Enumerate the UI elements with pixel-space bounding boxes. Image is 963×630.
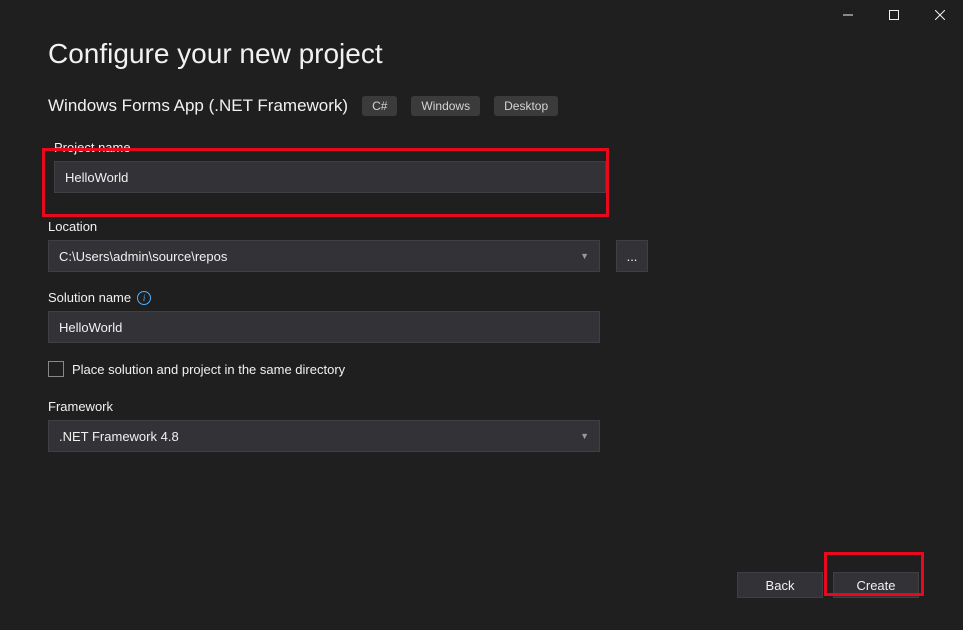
solution-name-label: Solution name i [48,290,915,305]
framework-label: Framework [48,399,915,414]
minimize-icon [843,10,853,20]
close-button[interactable] [917,0,963,30]
chevron-down-icon: ▼ [580,251,589,261]
create-button[interactable]: Create [833,572,919,598]
same-directory-row: Place solution and project in the same d… [48,361,915,377]
titlebar [0,0,963,30]
template-name: Windows Forms App (.NET Framework) [48,96,348,116]
location-select[interactable]: C:\Users\admin\source\repos ▼ [48,240,600,272]
solution-name-group: Solution name i [48,290,915,343]
project-name-label: Project name [54,140,909,155]
page-title: Configure your new project [48,38,915,70]
minimize-button[interactable] [825,0,871,30]
framework-group: Framework .NET Framework 4.8 ▼ [48,399,915,452]
project-name-input[interactable] [54,161,606,193]
tag-csharp: C# [362,96,397,116]
browse-button[interactable]: ... [616,240,648,272]
chevron-down-icon: ▼ [580,431,589,441]
framework-select[interactable]: .NET Framework 4.8 ▼ [48,420,600,452]
solution-name-label-text: Solution name [48,290,131,305]
location-value: C:\Users\admin\source\repos [59,249,227,264]
project-name-group: Project name [48,134,915,201]
tag-desktop: Desktop [494,96,558,116]
same-directory-label: Place solution and project in the same d… [72,362,345,377]
footer: Back Create [737,572,919,598]
close-icon [935,10,945,20]
solution-name-input[interactable] [48,311,600,343]
same-directory-checkbox[interactable] [48,361,64,377]
back-button[interactable]: Back [737,572,823,598]
location-label: Location [48,219,915,234]
info-icon[interactable]: i [137,291,151,305]
maximize-button[interactable] [871,0,917,30]
maximize-icon [889,10,899,20]
framework-value: .NET Framework 4.8 [59,429,179,444]
template-row: Windows Forms App (.NET Framework) C# Wi… [48,96,915,116]
tag-windows: Windows [411,96,480,116]
location-group: Location C:\Users\admin\source\repos ▼ .… [48,219,915,272]
